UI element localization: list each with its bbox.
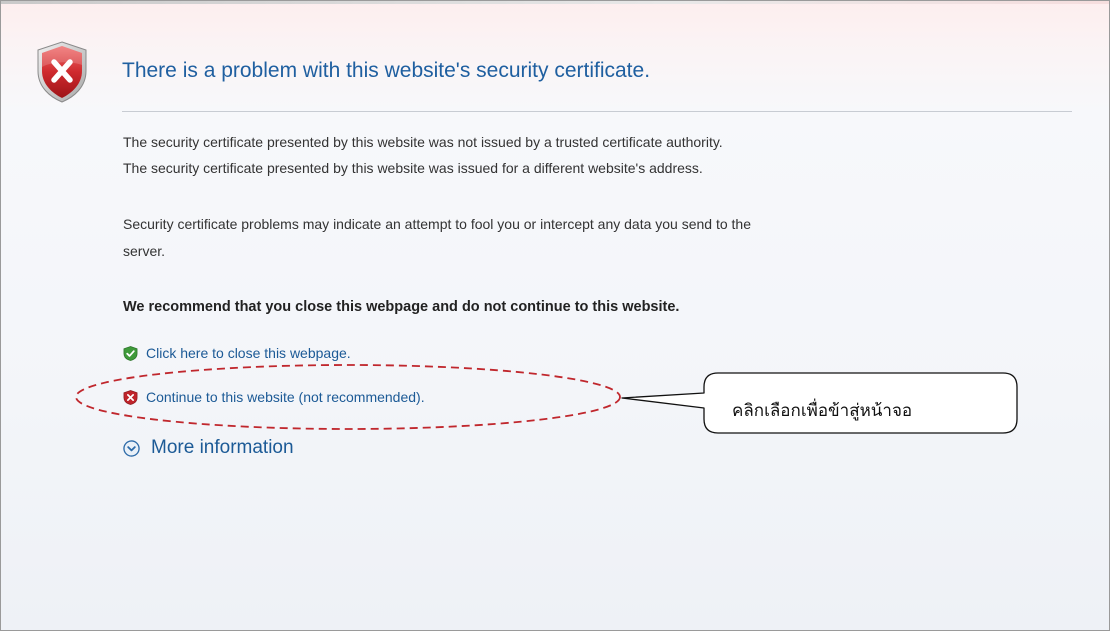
close-webpage-link[interactable]: Click here to close this webpage. bbox=[123, 343, 351, 363]
detail-untrusted-authority: The security certificate presented by th… bbox=[123, 134, 723, 150]
continue-to-website-link[interactable]: Continue to this website (not recommende… bbox=[123, 387, 425, 407]
warning-text-line-1: Security certificate problems may indica… bbox=[123, 216, 752, 232]
title-divider bbox=[122, 111, 1072, 112]
shield-check-icon bbox=[123, 345, 138, 361]
detail-address-mismatch: The security certificate presented by th… bbox=[123, 160, 703, 176]
more-information-label[interactable]: More information bbox=[151, 437, 294, 459]
more-information-toggle[interactable]: More information bbox=[123, 437, 294, 459]
shield-error-icon bbox=[37, 41, 87, 103]
recommendation-text: We recommend that you close this webpage… bbox=[123, 299, 680, 315]
certificate-error-page: There is a problem with this website's s… bbox=[0, 0, 1110, 631]
circle-chevron-down-icon bbox=[123, 439, 140, 457]
continue-to-website-label[interactable]: Continue to this website (not recommende… bbox=[146, 389, 425, 405]
warning-text-line-2: server. bbox=[123, 243, 166, 259]
top-border bbox=[1, 1, 1109, 4]
shield-error-icon bbox=[123, 389, 138, 405]
page-title: There is a problem with this website's s… bbox=[122, 59, 651, 82]
close-webpage-label[interactable]: Click here to close this webpage. bbox=[146, 345, 351, 361]
callout-text: คลิกเลือกเพื่อข้าสู่หน้าจอ bbox=[732, 401, 913, 421]
